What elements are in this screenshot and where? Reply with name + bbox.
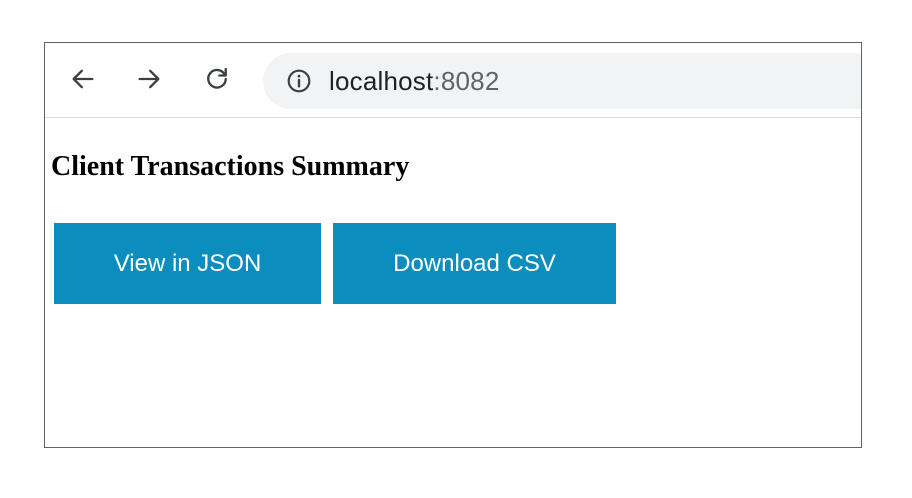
url-text[interactable]: localhost:8082 [329, 66, 500, 97]
page-title: Client Transactions Summary [51, 151, 410, 182]
url-port: :8082 [433, 65, 500, 96]
url-host: localhost [329, 65, 434, 96]
forward-button[interactable] [131, 61, 167, 97]
arrow-right-icon [138, 69, 160, 89]
arrow-left-icon [72, 69, 94, 89]
back-button[interactable] [65, 61, 101, 97]
reload-button[interactable] [199, 61, 235, 97]
info-circle-icon[interactable] [285, 67, 313, 95]
download-csv-button[interactable]: Download CSV [333, 223, 616, 304]
browser-window: localhost:8082 Client Transactions Summa… [44, 42, 862, 448]
address-bar[interactable]: localhost:8082 [263, 53, 861, 109]
page-content: Client Transactions Summary View in JSON… [45, 118, 861, 447]
reload-icon [207, 67, 227, 89]
browser-toolbar: localhost:8082 [45, 43, 861, 118]
view-json-button[interactable]: View in JSON [54, 223, 321, 304]
